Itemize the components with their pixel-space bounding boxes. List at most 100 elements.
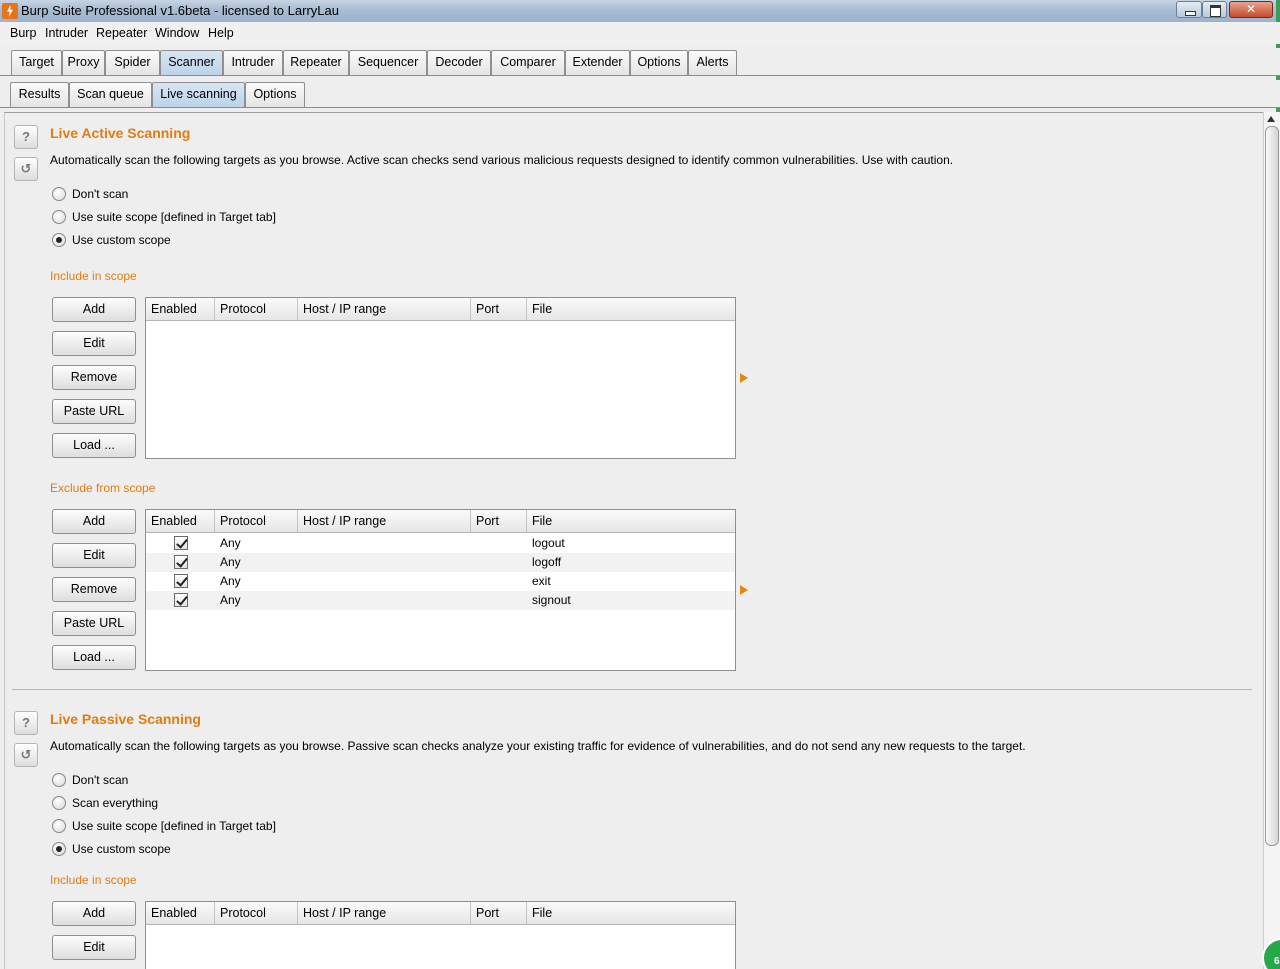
tab-alerts[interactable]: Alerts xyxy=(688,50,737,75)
radio-button-selected[interactable] xyxy=(52,842,66,856)
radio-button-selected[interactable] xyxy=(52,233,66,247)
enabled-checkbox[interactable] xyxy=(174,536,188,550)
cell-file: exit xyxy=(532,574,551,588)
column-host[interactable]: Host / IP range xyxy=(298,510,471,532)
menu-repeater[interactable]: Repeater xyxy=(96,26,147,40)
column-file[interactable]: File xyxy=(527,298,735,320)
radio-button[interactable] xyxy=(52,773,66,787)
column-enabled[interactable]: Enabled xyxy=(146,298,215,320)
scrollbar-thumb[interactable] xyxy=(1265,126,1279,846)
passive-include-table[interactable]: Enabled Protocol Host / IP range Port Fi… xyxy=(145,901,736,969)
tab-proxy[interactable]: Proxy xyxy=(62,50,105,75)
table-header: Enabled Protocol Host / IP range Port Fi… xyxy=(146,298,735,321)
active-exclude-remove-button[interactable]: Remove xyxy=(52,577,136,602)
passive-section-description: Automatically scan the following targets… xyxy=(50,739,1026,753)
radio-button[interactable] xyxy=(52,210,66,224)
tab-repeater[interactable]: Repeater xyxy=(283,50,349,75)
active-exclude-label: Exclude from scope xyxy=(50,481,156,495)
tab-intruder[interactable]: Intruder xyxy=(223,50,283,75)
tab-sequencer[interactable]: Sequencer xyxy=(349,50,427,75)
column-protocol[interactable]: Protocol xyxy=(215,902,298,924)
active-section-description: Automatically scan the following targets… xyxy=(50,153,954,167)
table-row[interactable]: Any signout xyxy=(146,591,735,610)
table-header: Enabled Protocol Host / IP range Port Fi… xyxy=(146,902,735,925)
maximize-icon[interactable] xyxy=(1202,1,1227,18)
column-host[interactable]: Host / IP range xyxy=(298,902,471,924)
radio-label: Use custom scope xyxy=(72,233,171,247)
help-icon[interactable]: ? xyxy=(14,125,38,149)
tab-comparer[interactable]: Comparer xyxy=(491,50,565,75)
menu-bar: Burp Intruder Repeater Window Help xyxy=(0,22,1280,44)
column-file[interactable]: File xyxy=(527,902,735,924)
menu-burp[interactable]: Burp xyxy=(10,26,36,40)
tab-spider[interactable]: Spider xyxy=(105,50,160,75)
column-file[interactable]: File xyxy=(527,510,735,532)
subtab-options[interactable]: Options xyxy=(245,82,305,107)
radio-label: Don't scan xyxy=(72,187,129,201)
passive-section-title: Live Passive Scanning xyxy=(50,711,201,727)
subtab-results[interactable]: Results xyxy=(10,82,69,107)
active-include-table[interactable]: Enabled Protocol Host / IP range Port Fi… xyxy=(145,297,736,459)
radio-button[interactable] xyxy=(52,819,66,833)
expand-arrow-icon[interactable] xyxy=(740,373,748,383)
column-host[interactable]: Host / IP range xyxy=(298,298,471,320)
window-title: Burp Suite Professional v1.6beta - licen… xyxy=(21,3,339,18)
table-row[interactable]: Any logout xyxy=(146,534,735,553)
active-include-label: Include in scope xyxy=(50,269,137,283)
column-enabled[interactable]: Enabled xyxy=(146,510,215,532)
active-include-add-button[interactable]: Add xyxy=(52,297,136,322)
expand-arrow-icon[interactable] xyxy=(740,585,748,595)
column-port[interactable]: Port xyxy=(471,298,527,320)
cell-protocol: Any xyxy=(220,593,241,607)
minimize-icon[interactable] xyxy=(1176,1,1202,18)
vertical-scrollbar[interactable] xyxy=(1263,112,1280,969)
radio-button[interactable] xyxy=(52,187,66,201)
menu-window[interactable]: Window xyxy=(155,26,199,40)
cell-protocol: Any xyxy=(220,536,241,550)
active-include-remove-button[interactable]: Remove xyxy=(52,365,136,390)
active-exclude-table[interactable]: Enabled Protocol Host / IP range Port Fi… xyxy=(145,509,736,671)
tab-decoder[interactable]: Decoder xyxy=(427,50,491,75)
radio-button[interactable] xyxy=(52,796,66,810)
active-section-title: Live Active Scanning xyxy=(50,125,191,141)
tab-options[interactable]: Options xyxy=(630,50,688,75)
enabled-checkbox[interactable] xyxy=(174,574,188,588)
cell-file: signout xyxy=(532,593,571,607)
close-icon[interactable] xyxy=(1229,1,1273,18)
active-exclude-paste-url-button[interactable]: Paste URL xyxy=(52,611,136,636)
active-exclude-load-button[interactable]: Load ... xyxy=(52,645,136,670)
passive-include-edit-button[interactable]: Edit xyxy=(52,935,136,960)
column-enabled[interactable]: Enabled xyxy=(146,902,215,924)
table-row[interactable]: Any exit xyxy=(146,572,735,591)
column-protocol[interactable]: Protocol xyxy=(215,510,298,532)
radio-label: Use suite scope [defined in Target tab] xyxy=(72,210,276,224)
subtab-scan-queue[interactable]: Scan queue xyxy=(69,82,152,107)
menu-help[interactable]: Help xyxy=(208,26,234,40)
active-include-paste-url-button[interactable]: Paste URL xyxy=(52,399,136,424)
enabled-checkbox[interactable] xyxy=(174,555,188,569)
passive-include-add-button[interactable]: Add xyxy=(52,901,136,926)
tab-scanner[interactable]: Scanner xyxy=(160,50,223,75)
subtab-live-scanning[interactable]: Live scanning xyxy=(152,82,245,107)
active-include-edit-button[interactable]: Edit xyxy=(52,331,136,356)
column-port[interactable]: Port xyxy=(471,902,527,924)
restore-defaults-icon[interactable]: ↺ xyxy=(14,743,38,767)
enabled-checkbox[interactable] xyxy=(174,593,188,607)
scanner-sub-tab-bar: Results Scan queue Live scanning Options xyxy=(0,80,1280,108)
burp-logo-icon xyxy=(2,3,18,19)
column-protocol[interactable]: Protocol xyxy=(215,298,298,320)
tab-target[interactable]: Target xyxy=(11,50,62,75)
table-header: Enabled Protocol Host / IP range Port Fi… xyxy=(146,510,735,533)
passive-include-label: Include in scope xyxy=(50,873,137,887)
cell-protocol: Any xyxy=(220,555,241,569)
restore-defaults-icon[interactable]: ↺ xyxy=(14,157,38,181)
scroll-up-icon[interactable] xyxy=(1267,116,1275,122)
active-exclude-add-button[interactable]: Add xyxy=(52,509,136,534)
help-icon[interactable]: ? xyxy=(14,711,38,735)
active-include-load-button[interactable]: Load ... xyxy=(52,433,136,458)
active-exclude-edit-button[interactable]: Edit xyxy=(52,543,136,568)
column-port[interactable]: Port xyxy=(471,510,527,532)
tab-extender[interactable]: Extender xyxy=(565,50,630,75)
menu-intruder[interactable]: Intruder xyxy=(45,26,88,40)
table-row[interactable]: Any logoff xyxy=(146,553,735,572)
